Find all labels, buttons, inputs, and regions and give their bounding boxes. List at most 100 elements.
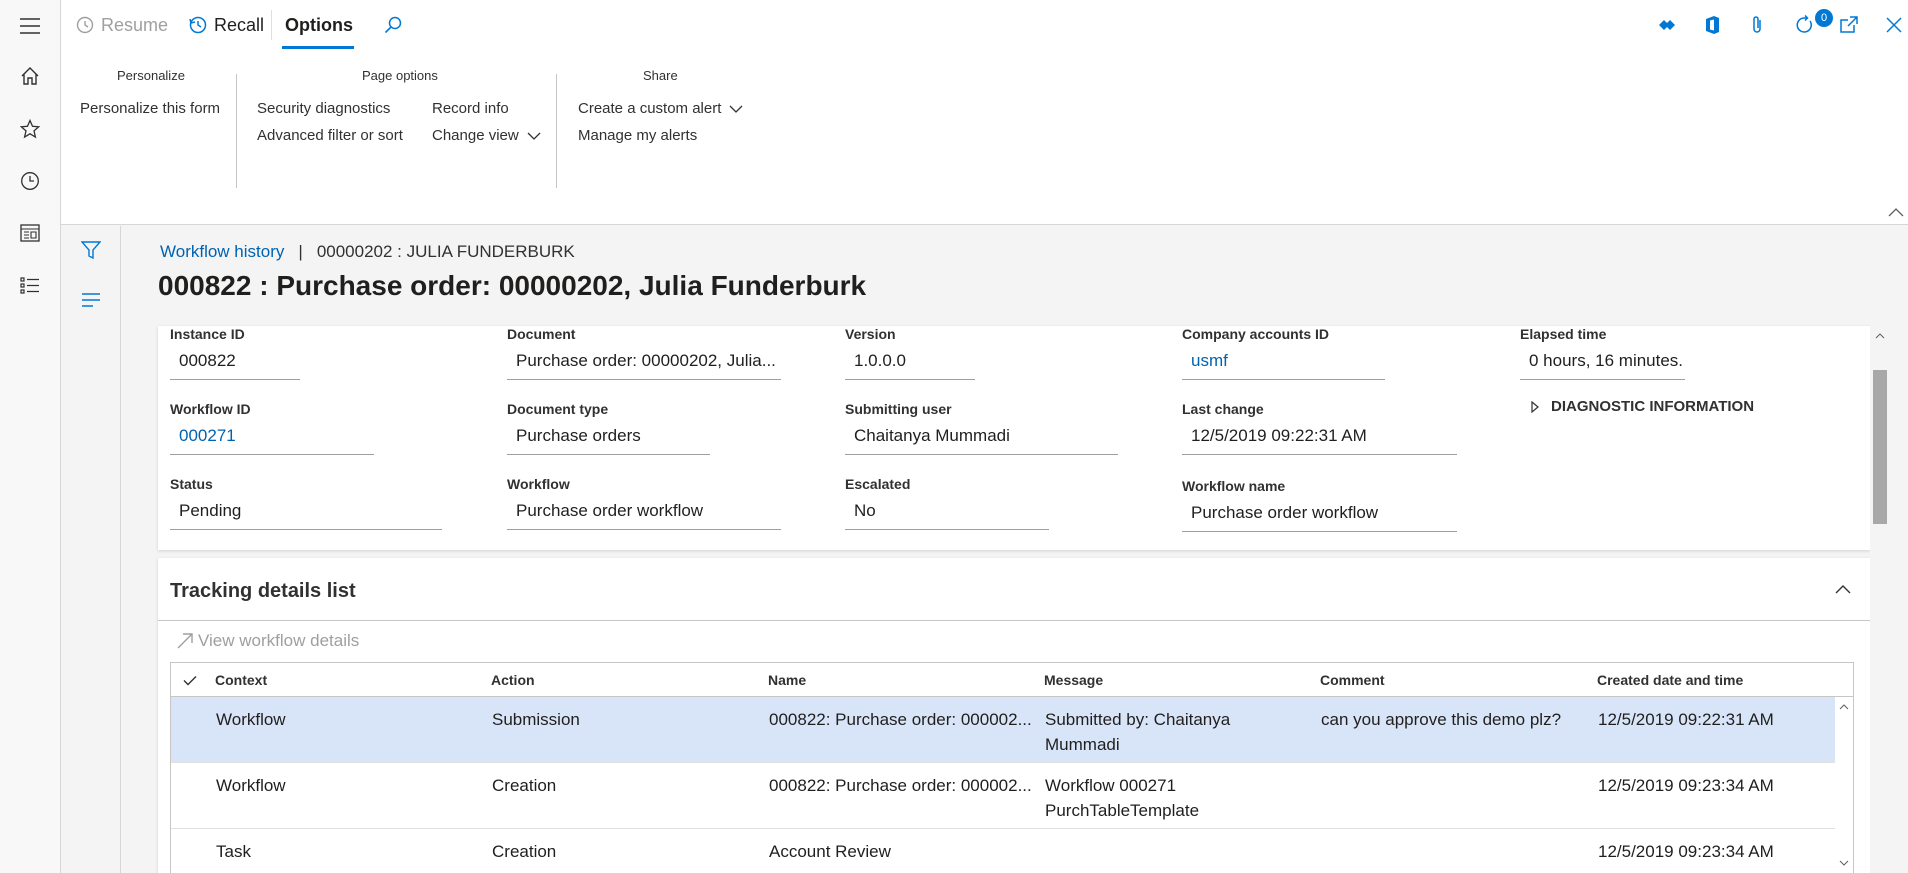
instance-id-field: Instance ID 000822 (170, 326, 300, 380)
chevron-down-icon (729, 105, 743, 113)
page-scrollbar[interactable] (1870, 326, 1890, 873)
version-value[interactable]: 1.0.0.0 (845, 351, 975, 380)
row-action: Creation (492, 776, 557, 795)
company-accounts-id-label: Company accounts ID (1182, 326, 1330, 342)
home-icon[interactable] (18, 64, 42, 88)
grid-scrollbar[interactable] (1835, 697, 1853, 873)
column-header-message[interactable]: Message (1044, 672, 1103, 688)
elapsed-time-value[interactable]: 0 hours, 16 minutes. (1520, 351, 1685, 380)
advanced-filter-sort-button[interactable]: Advanced filter or sort (257, 127, 403, 144)
document-type-value[interactable]: Purchase orders (507, 426, 710, 455)
status-value[interactable]: Pending (170, 501, 442, 530)
scrollbar-thumb[interactable] (1873, 370, 1887, 524)
instance-id-value[interactable]: 000822 (170, 351, 300, 380)
collapse-section-icon[interactable] (1828, 574, 1858, 604)
filter-icon[interactable] (79, 238, 103, 262)
open-new-window-icon[interactable] (1837, 13, 1861, 37)
workflow-name-value[interactable]: Purchase order workflow (1182, 503, 1457, 532)
page-options-group-title: Page options (362, 68, 438, 83)
recent-clock-icon[interactable] (18, 169, 42, 193)
breadcrumb-link-workflow-history[interactable]: Workflow history (160, 242, 284, 262)
power-apps-icon[interactable] (1655, 13, 1679, 37)
workflow-id-link[interactable]: 000271 (170, 426, 374, 455)
security-diagnostics-button[interactable]: Security diagnostics (257, 100, 390, 117)
attachments-count-badge: 0 (1815, 9, 1833, 27)
change-view-button[interactable]: Change view (432, 127, 541, 144)
refresh-icon[interactable] (1792, 13, 1816, 37)
search-icon[interactable] (381, 13, 405, 37)
manage-my-alerts-button[interactable]: Manage my alerts (578, 127, 697, 144)
instance-id-label: Instance ID (170, 326, 245, 342)
recall-icon (188, 15, 208, 35)
workspaces-icon[interactable] (18, 221, 42, 245)
scroll-up-arrow-icon[interactable] (1836, 699, 1852, 715)
resume-button[interactable]: Resume (75, 0, 168, 50)
page-title: 000822 : Purchase order: 00000202, Julia… (158, 270, 867, 301)
status-field: Status Pending (170, 476, 442, 530)
hamburger-menu-icon[interactable] (18, 14, 42, 38)
attachments-icon[interactable] (1745, 13, 1769, 37)
page-side-bar (61, 226, 121, 873)
workflow-id-label: Workflow ID (170, 401, 251, 417)
expand-triangle-icon (1531, 400, 1539, 413)
version-label: Version (845, 326, 896, 342)
table-row[interactable]: Task Creation Account Review 12/5/2019 0… (171, 829, 1835, 873)
row-name: 000822: Purchase order: 000002... (769, 776, 1032, 795)
row-name: 000822: Purchase order: 000002... (769, 710, 1032, 729)
column-header-action[interactable]: Action (491, 672, 535, 688)
close-icon[interactable] (1882, 13, 1906, 37)
elapsed-time-field: Elapsed time 0 hours, 16 minutes. (1520, 326, 1685, 380)
row-name: Account Review (769, 842, 891, 861)
tracking-details-card: Tracking details list View workflow deta… (158, 558, 1870, 873)
navigation-rail (0, 0, 61, 873)
details-scroll-area: Instance ID 000822 Workflow ID 000271 St… (158, 326, 1890, 873)
create-custom-alert-label: Create a custom alert (578, 100, 722, 117)
list-view-icon[interactable] (79, 288, 103, 312)
resume-label: Resume (101, 14, 169, 35)
record-info-button[interactable]: Record info (432, 100, 509, 117)
submitting-user-label: Submitting user (845, 401, 952, 417)
submitting-user-value[interactable]: Chaitanya Mummadi (845, 426, 1118, 455)
workflow-value[interactable]: Purchase order workflow (507, 501, 781, 530)
modules-list-icon[interactable] (18, 273, 42, 297)
create-custom-alert-button[interactable]: Create a custom alert (578, 100, 743, 117)
company-accounts-id-link[interactable]: usmf (1182, 351, 1385, 380)
view-workflow-details-label: View workflow details (198, 631, 360, 650)
version-field: Version 1.0.0.0 (845, 326, 975, 380)
row-message-line2: Mummadi (1045, 735, 1120, 754)
tracking-details-title: Tracking details list (170, 580, 356, 602)
view-workflow-details-button[interactable]: View workflow details (176, 631, 359, 651)
options-label: Options (285, 14, 353, 35)
personalize-form-button[interactable]: Personalize this form (80, 100, 220, 117)
collapse-ribbon-icon[interactable] (1884, 200, 1908, 224)
row-comment: can you approve this demo plz? (1321, 710, 1562, 729)
section-divider (158, 620, 1870, 621)
scroll-up-arrow-icon[interactable] (1872, 328, 1888, 344)
personalize-group-title: Personalize (117, 68, 185, 83)
diagnostic-information-expander[interactable]: DIAGNOSTIC INFORMATION (1531, 398, 1754, 415)
favorites-star-icon[interactable] (18, 117, 42, 141)
table-row[interactable]: Workflow Creation 000822: Purchase order… (171, 763, 1835, 829)
escalated-value[interactable]: No (845, 501, 1049, 530)
select-all-check-icon[interactable] (181, 671, 199, 689)
row-action: Creation (492, 842, 557, 861)
row-context: Workflow (216, 776, 286, 795)
share-group-title: Share (643, 68, 678, 83)
row-message: Workflow 000271 PurchTableTemplate (1045, 773, 1199, 823)
column-header-name[interactable]: Name (768, 672, 806, 688)
last-change-value[interactable]: 12/5/2019 09:22:31 AM (1182, 426, 1457, 455)
document-value[interactable]: Purchase order: 00000202, Julia... (507, 351, 781, 380)
recall-button[interactable]: Recall (188, 0, 264, 50)
last-change-field: Last change 12/5/2019 09:22:31 AM (1182, 401, 1457, 455)
workflow-label: Workflow (507, 476, 570, 492)
row-created: 12/5/2019 09:23:34 AM (1598, 842, 1774, 861)
column-header-created-date-time[interactable]: Created date and time (1597, 672, 1743, 688)
column-header-comment[interactable]: Comment (1320, 672, 1385, 688)
tab-options[interactable]: Options (285, 0, 353, 50)
table-row[interactable]: Workflow Submission 000822: Purchase ord… (171, 697, 1835, 763)
office-icon[interactable] (1700, 13, 1724, 37)
scroll-down-arrow-icon[interactable] (1836, 855, 1852, 871)
column-header-context[interactable]: Context (215, 672, 267, 688)
last-change-label: Last change (1182, 401, 1264, 417)
arrow-up-right-icon (176, 632, 194, 650)
